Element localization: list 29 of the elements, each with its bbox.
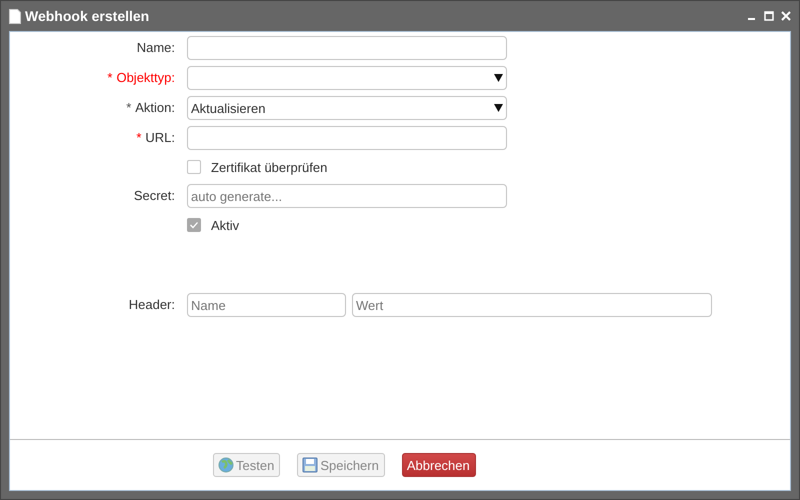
checkmark-icon	[189, 220, 199, 230]
text-field[interactable]	[187, 36, 507, 60]
field-label: Header:	[128, 297, 175, 314]
dropdown-arrow-icon	[494, 104, 503, 112]
globe-icon	[218, 457, 234, 473]
field-label: Aktion:	[135, 100, 175, 117]
text-field[interactable]: auto generate...	[187, 184, 507, 208]
text-field[interactable]	[187, 126, 507, 150]
checkbox-label: Zertifikat überprüfen	[211, 160, 328, 174]
document-icon	[9, 8, 21, 24]
dropdown-arrow-icon	[494, 74, 503, 82]
window-title: Webhook erstellen	[25, 8, 150, 24]
cancel-button[interactable]: Abbrechen	[402, 453, 476, 477]
checkbox[interactable]	[187, 160, 201, 174]
field-label: Secret:	[134, 188, 175, 205]
select-field[interactable]: Aktualisieren	[187, 96, 507, 120]
required-mark: *	[126, 100, 132, 117]
header-value-field[interactable]: Wert	[352, 293, 712, 317]
close-icon[interactable]	[781, 11, 791, 21]
checkbox-label: Aktiv	[211, 218, 240, 232]
select-field[interactable]	[187, 66, 507, 90]
field-label: Objekttyp:	[116, 70, 175, 87]
checkbox[interactable]	[187, 218, 201, 232]
required-mark: *	[107, 70, 112, 87]
header-name-field[interactable]: Name	[187, 293, 346, 317]
field-label: URL:	[145, 130, 175, 147]
required-mark: *	[136, 130, 142, 147]
maximize-icon[interactable]	[764, 11, 774, 21]
field-label: Name:	[136, 40, 175, 57]
